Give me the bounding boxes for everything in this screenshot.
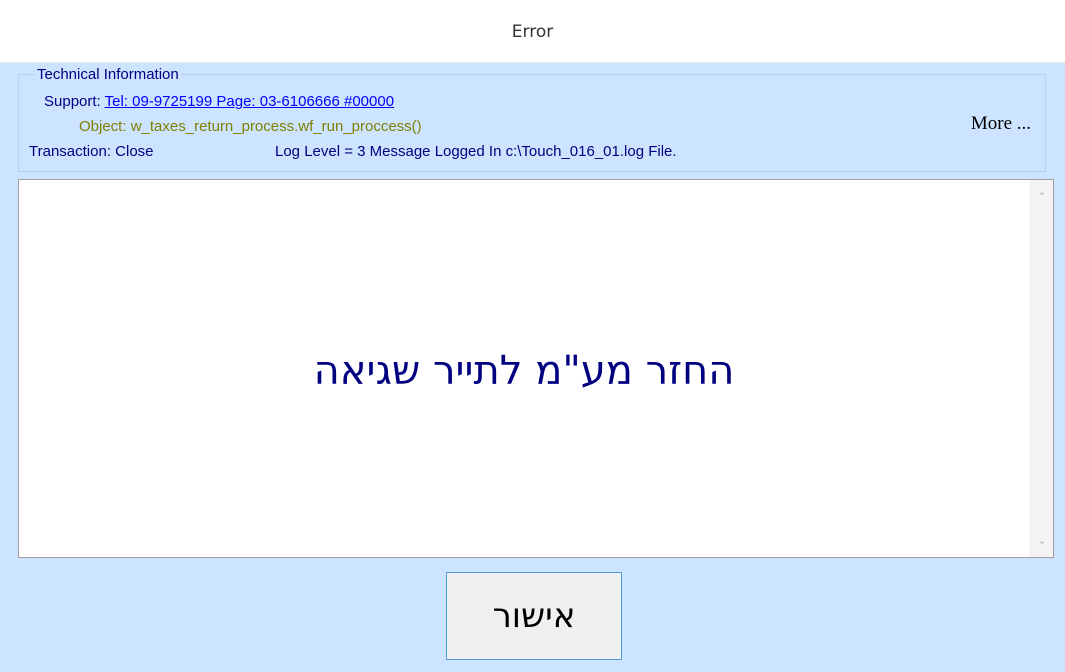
ok-button[interactable]: אישור — [446, 572, 622, 660]
object-label: Object: — [79, 118, 127, 135]
message-box: החזר מע"מ לתייר שגיאה ⌃ ⌄ — [18, 179, 1054, 558]
chevron-down-icon[interactable]: ⌄ — [1031, 533, 1053, 547]
message-scrollbar[interactable]: ⌃ ⌄ — [1030, 180, 1053, 557]
object-value: w_taxes_return_process.wf_run_proccess() — [130, 118, 422, 135]
log-info: Log Level = 3 Message Logged In c:\Touch… — [275, 143, 677, 160]
more-button[interactable]: More ... — [971, 113, 1031, 135]
error-message: החזר מע"מ לתייר שגיאה — [313, 348, 735, 394]
transaction-value: Close — [115, 143, 154, 160]
technical-information-group: Technical Information Support: Tel: 09-9… — [18, 67, 1046, 172]
title-bar: Error — [0, 0, 1065, 63]
technical-information-legend: Technical Information — [35, 66, 181, 83]
transaction-row: Transaction: Close — [29, 143, 154, 161]
transaction-label: Transaction: — [29, 143, 111, 160]
support-label: Support: — [44, 93, 101, 110]
window-title: Error — [511, 22, 554, 42]
support-link[interactable]: Tel: 09-9725199 Page: 03-6106666 #00000 — [105, 93, 394, 110]
chevron-up-icon[interactable]: ⌃ — [1031, 190, 1053, 204]
object-row: Object: w_taxes_return_process.wf_run_pr… — [79, 118, 422, 136]
support-row: Support: Tel: 09-9725199 Page: 03-610666… — [44, 93, 394, 111]
